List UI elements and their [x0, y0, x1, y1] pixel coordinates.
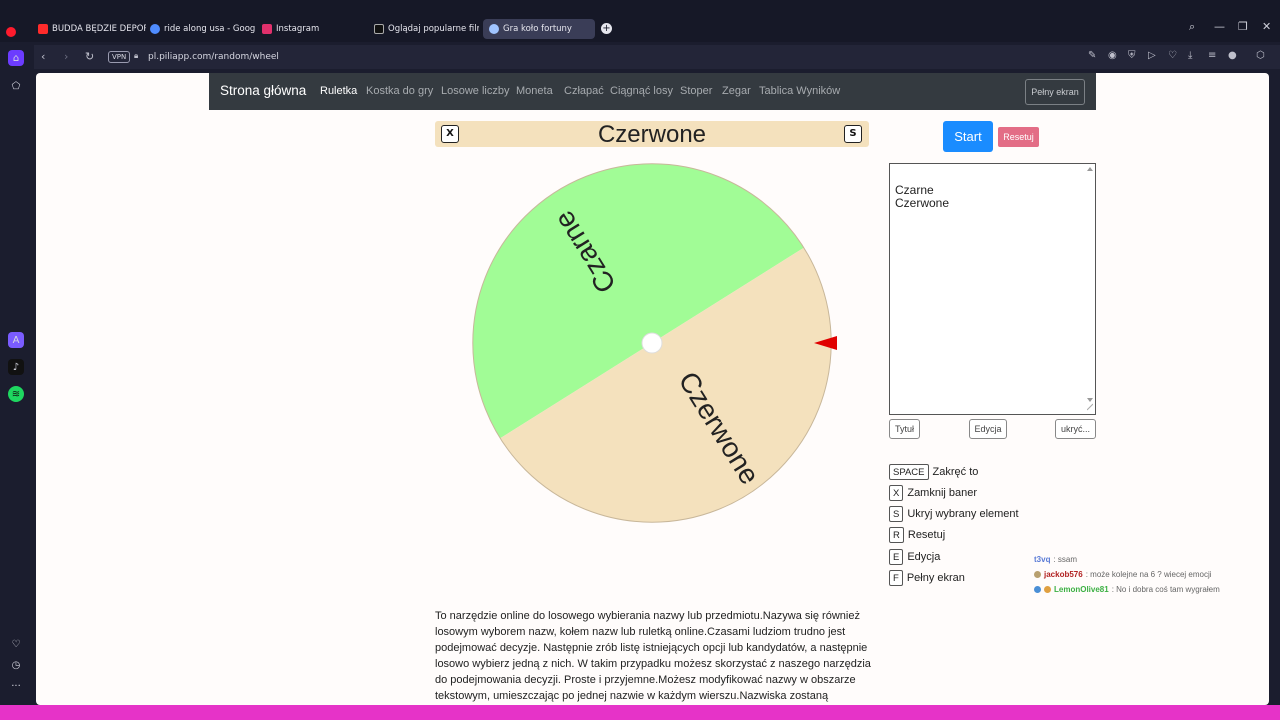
spotify-icon[interactable]: ≋: [8, 386, 24, 402]
result-banner: Czerwone X S: [435, 121, 869, 148]
download-icon[interactable]: ⤓: [1188, 50, 1192, 61]
search-tabs-icon[interactable]: ⌕: [1189, 20, 1195, 34]
chat-message: t3vq: ssam: [1034, 555, 1078, 564]
home-icon[interactable]: ⌂: [8, 50, 24, 66]
camera-icon[interactable]: ◉: [1108, 50, 1117, 61]
new-tab-icon[interactable]: +: [601, 23, 612, 34]
aria-icon[interactable]: A: [8, 332, 24, 348]
nav-ruletka[interactable]: Ruletka: [320, 85, 357, 97]
site-navbar: Strona główna Ruletka Kostka do gry Loso…: [209, 73, 1096, 110]
nav-zegar[interactable]: Zegar: [722, 85, 751, 97]
hide-button[interactable]: ukryć...: [1055, 419, 1096, 439]
extensions-icon[interactable]: ⬡: [1256, 50, 1265, 61]
taskbar-strip: [0, 705, 1280, 720]
entry-line: Czarne: [895, 183, 934, 197]
lock-icon[interactable]: 🔒︎: [134, 51, 138, 61]
start-button[interactable]: Start: [943, 121, 993, 152]
nav-kostka[interactable]: Kostka do gry: [366, 85, 433, 97]
entry-line: Czerwone: [895, 196, 950, 210]
edit-icon[interactable]: ✎: [1088, 50, 1096, 61]
back-icon[interactable]: ‹: [41, 50, 45, 63]
favorites-icon[interactable]: ♡: [8, 636, 24, 652]
more-icon[interactable]: ···: [8, 678, 24, 694]
opera-menu-icon[interactable]: [6, 22, 26, 42]
key-x: X: [889, 485, 904, 501]
chat-badge-icon: [1044, 586, 1051, 593]
chat-badge-icon: [1034, 586, 1041, 593]
entries-textarea[interactable]: Czarne Czerwone: [889, 163, 1096, 415]
wheel-favicon-icon: [489, 24, 499, 34]
chat-message: jackob576: może kolejne na 6 ? wiecej em…: [1034, 570, 1212, 579]
title-button[interactable]: Tytuł: [889, 419, 920, 439]
tab-4[interactable]: Oglądaj popularne filmy |: [374, 19, 479, 39]
shortcut-r: R Resetuj: [889, 527, 945, 543]
youtube-icon: [38, 24, 48, 34]
vpn-badge[interactable]: VPN: [108, 51, 131, 63]
textarea-scrollbar[interactable]: [1087, 166, 1093, 412]
edit-button[interactable]: Edycja: [969, 419, 1007, 439]
nav-czlapac[interactable]: Człapać: [564, 85, 604, 97]
result-title: Czerwone: [597, 121, 707, 148]
shortcut-s: S Ukryj wybrany element: [889, 506, 1019, 522]
brand-link[interactable]: Strona główna: [220, 83, 306, 98]
instagram-icon: [262, 24, 272, 34]
shortcut-e: E Edycja: [889, 549, 940, 565]
heart-icon[interactable]: ♡: [1168, 50, 1177, 61]
close-banner-button[interactable]: X: [441, 125, 459, 143]
nav-moneta[interactable]: Moneta: [516, 85, 553, 97]
profile-icon[interactable]: ●: [1228, 50, 1237, 61]
minimize-icon[interactable]: —: [1214, 20, 1225, 33]
nav-losowe-liczby[interactable]: Losowe liczby: [441, 85, 509, 97]
shield-icon[interactable]: ⛨: [1128, 50, 1136, 61]
tab-2[interactable]: ride along usa - Google S: [150, 19, 256, 39]
key-f: F: [889, 570, 903, 586]
tab-5-active[interactable]: Gra koło fortuny: [483, 19, 595, 39]
key-e: E: [889, 549, 904, 565]
description-text: To narzędzie online do losowego wybieran…: [435, 610, 871, 702]
tiktok-sidebar-icon[interactable]: ♪: [8, 359, 24, 375]
tab-1[interactable]: BUDDA BĘDZIE DEPORTO: [38, 19, 146, 39]
browser-tab-bar: BUDDA BĘDZIE DEPORTO ride along usa - Go…: [0, 0, 1280, 42]
chat-badge-icon: [1034, 571, 1041, 578]
chat-message: LemonOlive81: No i dobra coś tam wygrałe…: [1034, 585, 1220, 594]
key-space: SPACE: [889, 464, 929, 480]
tiktok-icon: [374, 24, 384, 34]
google-icon: [150, 24, 160, 34]
tab-3[interactable]: Instagram: [262, 19, 362, 39]
close-icon[interactable]: ✕: [1262, 20, 1271, 33]
reload-icon[interactable]: ↻: [85, 50, 94, 63]
nav-tablica-wynikow[interactable]: Tablica Wyników: [759, 85, 840, 97]
shortcut-space: SPACE Zakręć to: [889, 464, 978, 480]
shortcut-x: X Zamknij baner: [889, 485, 977, 501]
play-icon[interactable]: ▷: [1148, 50, 1156, 61]
key-r: R: [889, 527, 904, 543]
shortcut-f: F Pełny ekran: [889, 570, 965, 586]
hide-item-button[interactable]: S: [844, 125, 862, 143]
nav-stoper[interactable]: Stoper: [680, 85, 712, 97]
sidebar: ⌂ ⬠ A ♪ ≋ ♡ ◷ ···: [0, 42, 34, 705]
url-field[interactable]: pl.piliapp.com/random/wheel: [148, 52, 279, 62]
history-icon[interactable]: ◷: [8, 657, 24, 673]
fullscreen-button[interactable]: Pełny ekran: [1025, 79, 1085, 105]
key-s: S: [889, 506, 904, 522]
reset-button[interactable]: Resetuj: [998, 127, 1039, 147]
restore-icon[interactable]: ❐: [1238, 20, 1248, 33]
fortune-wheel[interactable]: Czarne Czerwone: [471, 161, 871, 525]
page-content: Strona główna Ruletka Kostka do gry Loso…: [36, 73, 1269, 705]
pinboard-icon[interactable]: ⬠: [8, 78, 24, 94]
wheel-center-hub: [641, 332, 663, 354]
nav-ciagnac-losy[interactable]: Ciągnąć losy: [610, 85, 673, 97]
forward-icon[interactable]: ›: [64, 50, 68, 63]
menu-lines-icon[interactable]: ≡: [1208, 50, 1216, 61]
